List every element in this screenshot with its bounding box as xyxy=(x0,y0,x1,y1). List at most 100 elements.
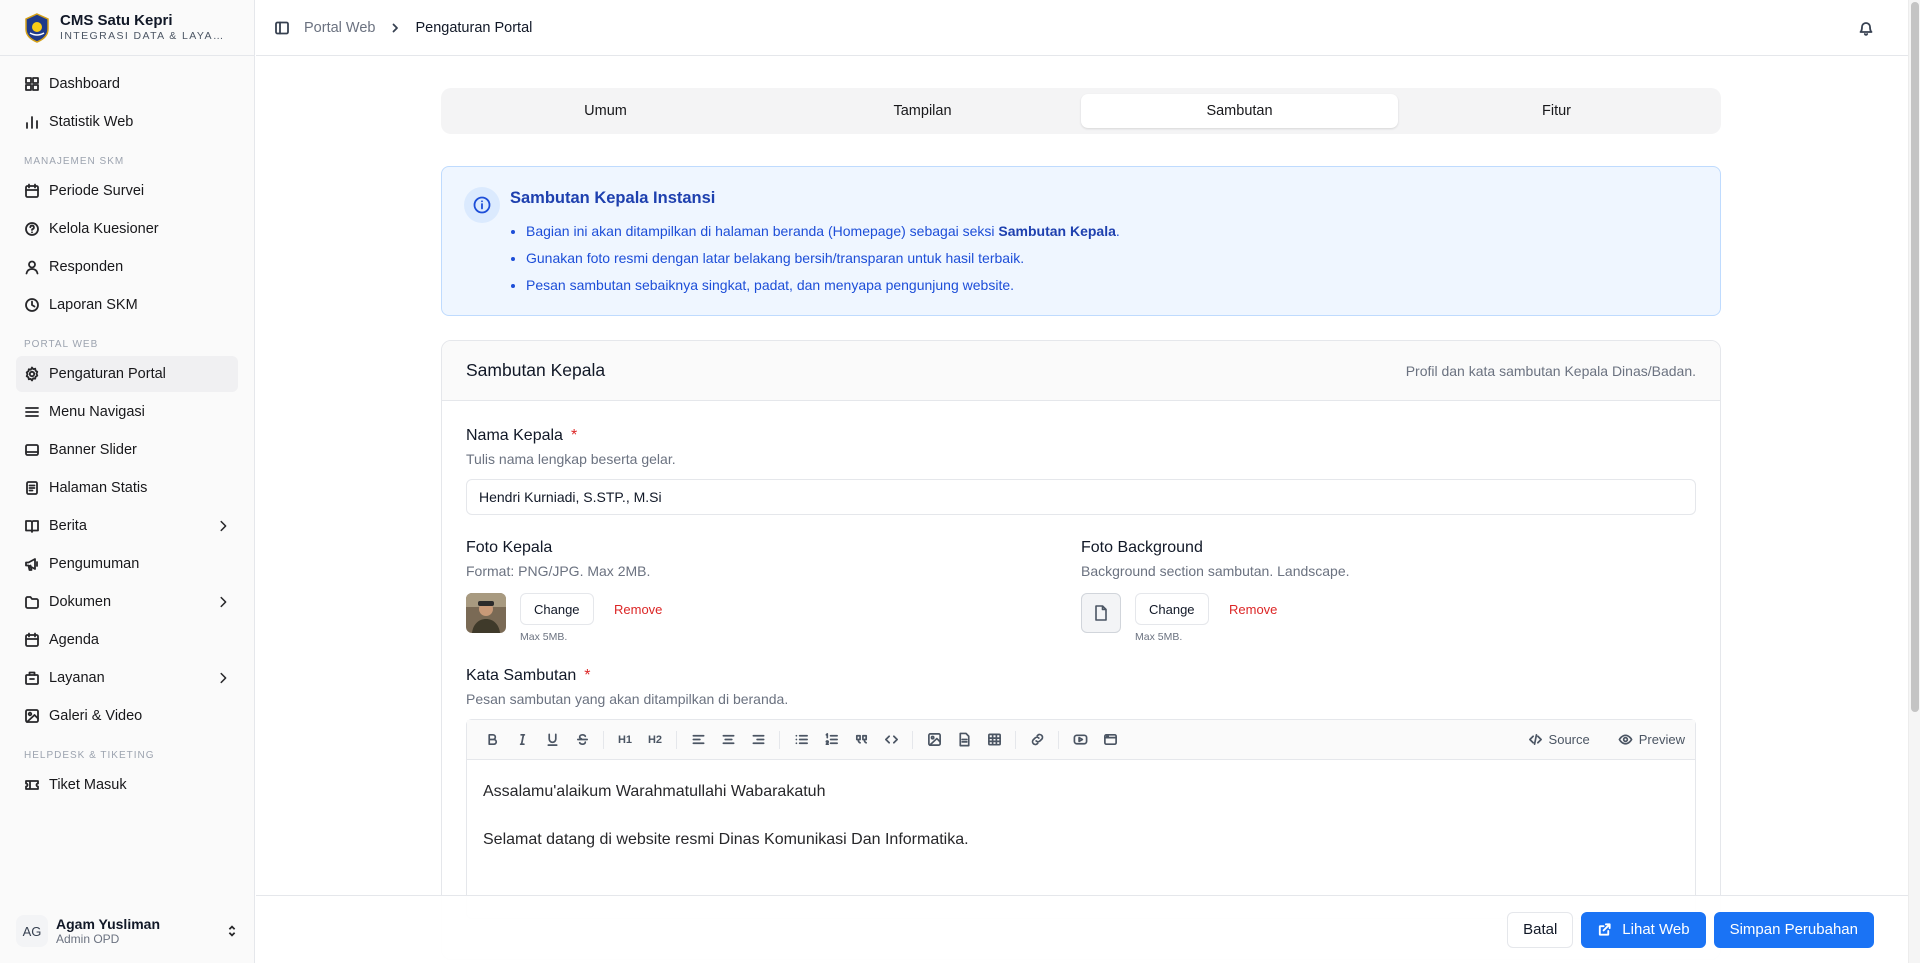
sidebar-item-label: Dashboard xyxy=(49,76,120,92)
tab-tampilan[interactable]: Tampilan xyxy=(764,94,1081,128)
calendar-icon xyxy=(25,632,39,647)
sidebar-item-berita[interactable]: Berita xyxy=(16,508,238,544)
strikethrough-icon xyxy=(576,733,588,746)
user-menu[interactable]: AG Agam Yusliman Admin OPD xyxy=(0,899,255,963)
insert-file-button[interactable] xyxy=(949,725,979,755)
align-right-icon xyxy=(752,734,764,745)
bullet-list-button[interactable] xyxy=(786,725,816,755)
sidebar-item-label: Laporan SKM xyxy=(49,297,138,313)
italic-button[interactable] xyxy=(507,725,537,755)
info-alert: Sambutan Kepala Instansi Bagian ini akan… xyxy=(441,166,1721,316)
calendar-icon xyxy=(25,183,39,198)
page-icon xyxy=(26,481,38,495)
bell-icon[interactable] xyxy=(1858,20,1874,36)
help-circle-icon xyxy=(25,222,39,236)
chevron-right-icon xyxy=(220,596,227,608)
nama-kepala-label: Nama Kepala xyxy=(466,427,563,444)
toolbar-separator xyxy=(1015,730,1016,749)
ordered-list-button[interactable] xyxy=(816,725,846,755)
preview-toggle[interactable]: Preview xyxy=(1618,732,1685,747)
foto-kepala-thumbnail xyxy=(466,593,506,633)
underline-icon xyxy=(546,733,558,746)
nama-kepala-input[interactable]: Hendri Kurniadi, S.STP., M.Si xyxy=(466,479,1696,515)
code-button[interactable] xyxy=(876,725,906,755)
blockquote-button[interactable] xyxy=(846,725,876,755)
info-text: . xyxy=(1115,223,1120,239)
view-web-button[interactable]: Lihat Web xyxy=(1581,911,1706,948)
toolbar-separator xyxy=(603,730,604,749)
tab-umum[interactable]: Umum xyxy=(447,94,764,128)
tab-sambutan[interactable]: Sambutan xyxy=(1081,94,1398,128)
sambutan-card: Sambutan Kepala Profil dan kata sambutan… xyxy=(441,340,1721,960)
app-subtitle: INTEGRASI DATA & LAYANAN PUBLIK xyxy=(60,30,230,42)
align-right-button[interactable] xyxy=(743,725,773,755)
sidebar-item-halaman-statis[interactable]: Halaman Statis xyxy=(16,470,238,506)
source-toggle[interactable]: Source xyxy=(1528,732,1590,747)
sidebar-item-periode-survei[interactable]: Periode Survei xyxy=(16,173,238,209)
foto-kepala-remove-button[interactable]: Remove xyxy=(614,602,662,617)
align-left-icon xyxy=(692,734,704,745)
save-button[interactable]: Simpan Perubahan xyxy=(1713,911,1874,948)
megaphone-icon xyxy=(25,558,38,571)
heading1-label: H1 xyxy=(617,733,633,746)
page-scrollbar[interactable] xyxy=(1908,0,1920,963)
sidebar-item-agenda[interactable]: Agenda xyxy=(16,622,238,658)
info-bullet: Bagian ini akan ditampilkan di halaman b… xyxy=(526,218,1120,245)
sidebar-item-pengumuman[interactable]: Pengumuman xyxy=(16,546,238,582)
scrollbar-thumb[interactable] xyxy=(1911,2,1919,712)
user-icon xyxy=(25,260,39,275)
chevrons-up-down-icon[interactable] xyxy=(225,924,239,938)
insert-video-button[interactable] xyxy=(1065,725,1095,755)
user-role: Admin OPD xyxy=(56,931,120,946)
breadcrumb-parent[interactable]: Portal Web xyxy=(304,20,375,36)
strikethrough-button[interactable] xyxy=(567,725,597,755)
align-center-button[interactable] xyxy=(713,725,743,755)
sidebar: CMS Satu Kepri INTEGRASI DATA & LAYANAN … xyxy=(0,0,255,963)
sidebar-item-layanan[interactable]: Layanan xyxy=(16,660,238,696)
sidebar-item-label: Tiket Masuk xyxy=(49,777,127,793)
cancel-button[interactable]: Batal xyxy=(1507,911,1574,948)
sidebar-item-tiket-masuk[interactable]: Tiket Masuk xyxy=(16,767,238,803)
sidebar-item-label: Kelola Kuesioner xyxy=(49,221,159,237)
link-icon xyxy=(1031,733,1043,746)
sidebar-item-dashboard[interactable]: Dashboard xyxy=(16,66,238,102)
align-left-button[interactable] xyxy=(683,725,713,755)
heading1-button[interactable]: H1 xyxy=(610,725,640,755)
underline-button[interactable] xyxy=(537,725,567,755)
foto-kepala-size-note: Max 5MB. xyxy=(520,631,568,643)
insert-embed-button[interactable] xyxy=(1095,725,1125,755)
chevron-right-icon xyxy=(220,672,227,684)
insert-table-button[interactable] xyxy=(979,725,1009,755)
toolbar-separator xyxy=(779,730,780,749)
required-marker: * xyxy=(570,427,578,444)
foto-background-remove-button[interactable]: Remove xyxy=(1229,602,1277,617)
brand[interactable]: CMS Satu Kepri INTEGRASI DATA & LAYANAN … xyxy=(0,0,254,56)
sidebar-item-pengaturan-portal[interactable]: Pengaturan Portal xyxy=(16,356,238,392)
toolbar-separator xyxy=(1058,730,1059,749)
bold-button[interactable] xyxy=(477,725,507,755)
heading2-button[interactable]: H2 xyxy=(640,725,670,755)
editor-toolbar: H1 H2 Source Preview xyxy=(467,720,1695,760)
bullet-list-icon xyxy=(795,734,808,745)
editor-content[interactable]: Assalamu'alaikum Warahmatullahi Wabaraka… xyxy=(467,760,1695,896)
foto-background-change-button[interactable]: Change xyxy=(1135,593,1209,625)
sidebar-item-menu-navigasi[interactable]: Menu Navigasi xyxy=(16,394,238,430)
sidebar-item-galeri-video[interactable]: Galeri & Video xyxy=(16,698,238,734)
menu-icon xyxy=(25,407,39,417)
sidebar-item-statistik-web[interactable]: Statistik Web xyxy=(16,104,238,140)
action-bar: Batal Lihat Web Simpan Perubahan xyxy=(256,895,1908,963)
sidebar-item-dokumen[interactable]: Dokumen xyxy=(16,584,238,620)
sidebar-item-banner-slider[interactable]: Banner Slider xyxy=(16,432,238,468)
sidebar-item-laporan-skm[interactable]: Laporan SKM xyxy=(16,287,238,323)
foto-kepala-change-button[interactable]: Change xyxy=(520,593,594,625)
required-marker: * xyxy=(584,667,591,684)
info-text: Bagian ini akan ditampilkan di halaman b… xyxy=(526,223,999,239)
insert-image-button[interactable] xyxy=(919,725,949,755)
tab-fitur[interactable]: Fitur xyxy=(1398,94,1715,128)
sidebar-item-responden[interactable]: Responden xyxy=(16,249,238,285)
app-logo-icon xyxy=(25,12,49,43)
sidebar-item-kelola-kuesioner[interactable]: Kelola Kuesioner xyxy=(16,211,238,247)
insert-link-button[interactable] xyxy=(1022,725,1052,755)
sidebar-toggle-icon[interactable] xyxy=(274,20,290,36)
breadcrumb-current: Pengaturan Portal xyxy=(415,19,533,36)
